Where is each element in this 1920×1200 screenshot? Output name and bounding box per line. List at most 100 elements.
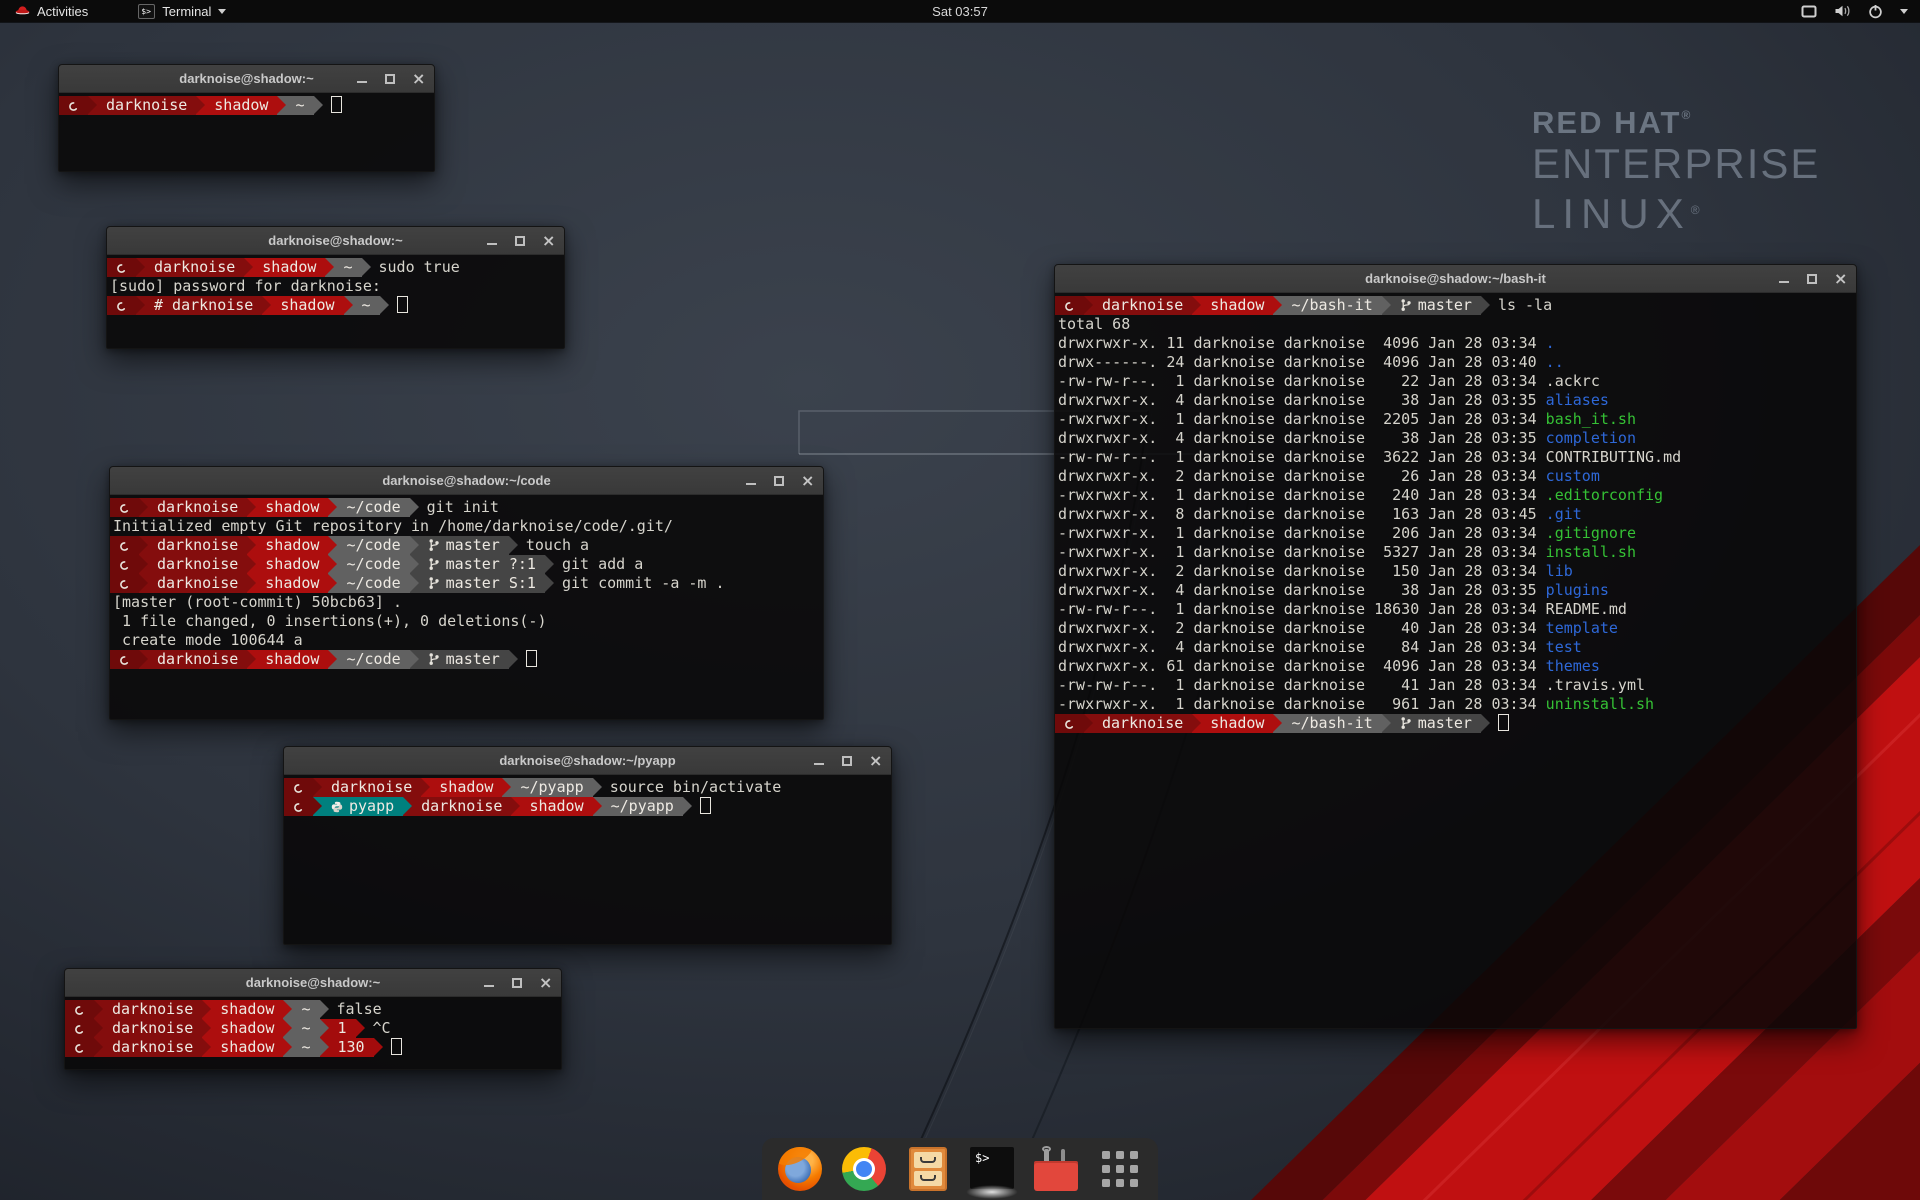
- minimize-button[interactable]: [356, 73, 368, 85]
- titlebar[interactable]: darknoise@shadow:~×: [107, 227, 564, 255]
- ls-row-filename: bash_it.sh: [1546, 410, 1636, 428]
- titlebar[interactable]: darknoise@shadow:~/pyapp×: [284, 747, 891, 775]
- output-text: Initialized empty Git repository in /hom…: [110, 517, 673, 535]
- prompt-segment-path: ~/code: [337, 574, 409, 593]
- minimize-button[interactable]: [486, 235, 498, 247]
- titlebar[interactable]: darknoise@shadow:~×: [65, 969, 561, 997]
- terminal-content[interactable]: darknoiseshadow~falsedarknoiseshadow~1^C…: [65, 997, 561, 1069]
- terminal-window-bash-it[interactable]: darknoise@shadow:~/bash-it×darknoiseshad…: [1054, 264, 1857, 1029]
- git-branch-icon: [428, 538, 440, 552]
- ls-row-filename: .: [1546, 334, 1555, 352]
- terminal-line: -rw-rw-r--. 1 darknoise darknoise 18630 …: [1055, 600, 1856, 619]
- terminal-line: -rw-rw-r--. 1 darknoise darknoise 3622 J…: [1055, 448, 1856, 467]
- terminal-content[interactable]: darknoiseshadow~sudo true[sudo] password…: [107, 255, 564, 348]
- app-menu-label: Terminal: [162, 4, 211, 19]
- powerline-arrow: [328, 555, 337, 574]
- terminal-window-home-small[interactable]: darknoise@shadow:~× darknoiseshadow~: [58, 64, 435, 172]
- titlebar[interactable]: darknoise@shadow:~×: [59, 65, 434, 93]
- ls-row-meta: drwxrwxr-x. 4 darknoise darknoise 38 Jan…: [1055, 581, 1546, 599]
- ls-row-meta: drwxrwxr-x. 11 darknoise darknoise 4096 …: [1055, 334, 1546, 352]
- terminal-window-sudo[interactable]: darknoise@shadow:~×darknoiseshadow~sudo …: [106, 226, 565, 349]
- power-icon[interactable]: [1868, 4, 1883, 19]
- close-button[interactable]: ×: [412, 73, 424, 85]
- prompt-segment-distro: [110, 574, 139, 593]
- maximize-button[interactable]: [511, 977, 523, 989]
- powerline-arrow: [593, 797, 602, 816]
- titlebar[interactable]: darknoise@shadow:~/code×: [110, 467, 823, 495]
- powerline-arrow: [313, 797, 322, 816]
- maximize-button[interactable]: [514, 235, 526, 247]
- powerline-arrow: [283, 1038, 292, 1057]
- minimize-button[interactable]: [483, 977, 495, 989]
- prompt-segment-host: shadow: [520, 797, 592, 816]
- titlebar[interactable]: darknoise@shadow:~/bash-it×: [1055, 265, 1856, 293]
- dock-firefox-icon[interactable]: [778, 1147, 822, 1191]
- maximize-button[interactable]: [384, 73, 396, 85]
- close-button[interactable]: ×: [1834, 273, 1846, 285]
- prompt-segment-user: darknoise: [148, 574, 247, 593]
- powerline-arrow: [410, 574, 419, 593]
- minimize-button[interactable]: [813, 755, 825, 767]
- prompt-segment-distro: [65, 1038, 94, 1057]
- git-branch-icon: [428, 576, 440, 590]
- terminal-content[interactable]: darknoiseshadow~/codegit initInitialized…: [110, 495, 823, 719]
- terminal-line: drwxrwxr-x. 4 darknoise darknoise 38 Jan…: [1055, 391, 1856, 410]
- terminal-content[interactable]: darknoiseshadow~/pyappsource bin/activat…: [284, 775, 891, 944]
- dock-chrome-icon[interactable]: [842, 1147, 886, 1191]
- chevron-down-icon[interactable]: [1900, 9, 1908, 14]
- prompt-segment-path: ~/pyapp: [602, 797, 683, 816]
- terminal-line: -rwxrwxr-x. 1 darknoise darknoise 961 Ja…: [1055, 695, 1856, 714]
- clock[interactable]: Sat 03:57: [0, 4, 1920, 19]
- terminal-line: darknoiseshadow~: [59, 96, 434, 115]
- logo-linux: LINUX®: [1532, 187, 1820, 237]
- window-title: darknoise@shadow:~/bash-it: [1055, 271, 1856, 286]
- distro-icon: [1064, 301, 1075, 312]
- volume-icon[interactable]: [1834, 4, 1851, 18]
- ls-row-meta: drwxrwxr-x. 2 darknoise darknoise 150 Ja…: [1055, 562, 1546, 580]
- terminal-line: darknoiseshadow~/codemaster ?:1git add a: [110, 555, 823, 574]
- app-menu[interactable]: $> Terminal: [130, 0, 234, 22]
- prompt-segment-user: darknoise: [412, 797, 511, 816]
- prompt-segment-host: shadow: [253, 258, 325, 277]
- ls-row-filename: ..: [1546, 353, 1564, 371]
- window-icon[interactable]: [1801, 5, 1817, 18]
- powerline-arrow: [247, 498, 256, 517]
- powerline-arrow: [1382, 714, 1391, 733]
- powerline-arrow: [94, 1000, 103, 1019]
- terminal-line: # darknoiseshadow~: [107, 296, 564, 315]
- ls-row-filename: themes: [1546, 657, 1600, 675]
- maximize-button[interactable]: [773, 475, 785, 487]
- powerline-arrow: [509, 650, 518, 669]
- terminal-window-code[interactable]: darknoise@shadow:~/code×darknoiseshadow~…: [109, 466, 824, 720]
- terminal-window-pyapp[interactable]: darknoise@shadow:~/pyapp× darknoise shadow…: [283, 746, 892, 945]
- dock-files-icon[interactable]: [906, 1147, 950, 1191]
- powerline-arrow: [277, 96, 286, 115]
- prompt-segment-distro: [110, 555, 139, 574]
- python-icon: [331, 801, 343, 813]
- close-button[interactable]: ×: [539, 977, 551, 989]
- terminal-line: 1 file changed, 0 insertions(+), 0 delet…: [110, 612, 823, 631]
- powerline-arrow: [683, 797, 692, 816]
- activities-button[interactable]: Activities: [9, 0, 94, 22]
- command-text: false: [337, 1000, 382, 1018]
- ls-row-meta: -rw-rw-r--. 1 darknoise darknoise 22 Jan…: [1055, 372, 1546, 390]
- dock-toolbox-icon[interactable]: [1034, 1147, 1078, 1191]
- maximize-button[interactable]: [841, 755, 853, 767]
- redhat-icon: [15, 5, 30, 18]
- terminal-line: drwxrwxr-x. 2 darknoise darknoise 150 Ja…: [1055, 562, 1856, 581]
- dock-app-grid-icon[interactable]: [1098, 1147, 1142, 1191]
- minimize-button[interactable]: [1778, 273, 1790, 285]
- minimize-button[interactable]: [745, 475, 757, 487]
- maximize-button[interactable]: [1806, 273, 1818, 285]
- prompt-segment-path: ~/code: [337, 498, 409, 517]
- powerline-arrow: [202, 1000, 211, 1019]
- terminal-content[interactable]: darknoiseshadow~: [59, 93, 434, 171]
- terminal-cursor: [700, 797, 711, 814]
- dock-terminal-icon[interactable]: $>: [970, 1147, 1014, 1191]
- terminal-window-exitcodes[interactable]: darknoise@shadow:~×darknoiseshadow~false…: [64, 968, 562, 1070]
- terminal-content[interactable]: darknoiseshadow~/bash-itmasterls -latota…: [1055, 293, 1856, 1028]
- prompt-segment-user: darknoise: [1093, 714, 1192, 733]
- close-button[interactable]: ×: [542, 235, 554, 247]
- close-button[interactable]: ×: [801, 475, 813, 487]
- close-button[interactable]: ×: [869, 755, 881, 767]
